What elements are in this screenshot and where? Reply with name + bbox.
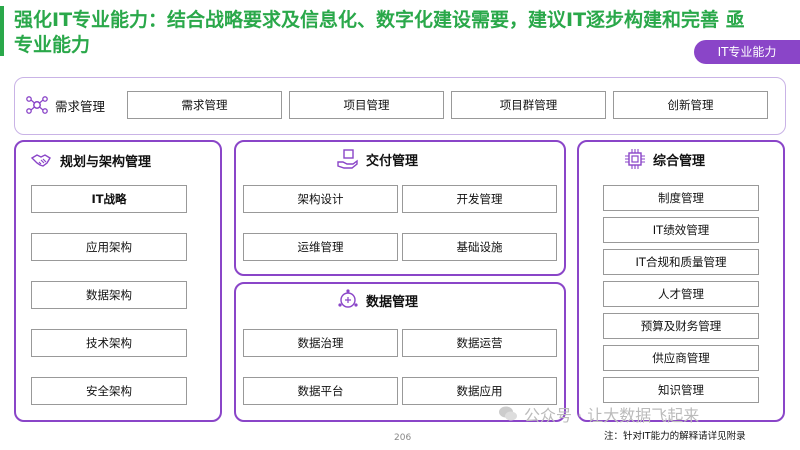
comp-item-4: 人才管理: [603, 281, 759, 307]
page-title: 强化IT专业能力：结合战略要求及信息化、数字化建设需要，建议IT逐步构建和完善 …: [14, 9, 745, 56]
data-item-3: 数据平台: [243, 377, 398, 405]
comp-item-2: IT绩效管理: [603, 217, 759, 243]
network-icon: [26, 96, 48, 114]
data-globe-icon: [338, 289, 358, 308]
comprehensive-header: 综合管理: [623, 147, 705, 171]
planning-item-1: IT战略: [31, 185, 187, 213]
data-item-2: 数据运营: [402, 329, 557, 357]
comprehensive-label: 综合管理: [653, 153, 706, 169]
watermark: 公众号 · 让大数据飞起来: [498, 402, 699, 426]
delivery-item-2: 开发管理: [402, 185, 557, 213]
delivery-item-3: 运维管理: [243, 233, 398, 261]
demand-header: 需求管理: [25, 93, 105, 117]
footnote: 注：针对IT能力的解释请详见附录: [604, 431, 746, 442]
delivery-item-1: 架构设计: [243, 185, 398, 213]
delivery-label: 交付管理: [366, 153, 419, 169]
chip-icon: [625, 149, 645, 169]
demand-item-1: 需求管理: [127, 91, 282, 119]
data-header: 数据管理: [336, 288, 418, 312]
title-accent-bar: [0, 6, 4, 56]
planning-label: 规划与架构管理: [60, 154, 152, 170]
comp-item-6: 供应商管理: [603, 345, 759, 371]
demand-label: 需求管理: [55, 98, 106, 114]
delivery-item-4: 基础设施: [402, 233, 557, 261]
comp-item-3: IT合规和质量管理: [603, 249, 759, 275]
demand-item-2: 项目管理: [289, 91, 444, 119]
watermark-text: 公众号 · 让大数据飞起来: [524, 406, 700, 425]
delivery-hand-icon: [337, 149, 358, 169]
planning-item-3: 数据架构: [31, 281, 187, 309]
handshake-icon: [30, 154, 51, 167]
demand-item-4: 创新管理: [613, 91, 768, 119]
comp-item-1: 制度管理: [603, 185, 759, 211]
wechat-icon: [499, 406, 517, 421]
data-label: 数据管理: [366, 294, 419, 310]
comp-item-5: 预算及财务管理: [603, 313, 759, 339]
section-badge: IT专业能力: [694, 40, 800, 64]
delivery-header: 交付管理: [336, 147, 418, 171]
planning-header: 规划与架构管理: [30, 148, 151, 172]
page-number: 206: [394, 433, 412, 443]
planning-item-2: 应用架构: [31, 233, 187, 261]
planning-item-4: 技术架构: [31, 329, 187, 357]
data-item-1: 数据治理: [243, 329, 398, 357]
demand-item-3: 项目群管理: [451, 91, 606, 119]
data-item-4: 数据应用: [402, 377, 557, 405]
comp-item-7: 知识管理: [603, 377, 759, 403]
planning-item-5: 安全架构: [31, 377, 187, 405]
